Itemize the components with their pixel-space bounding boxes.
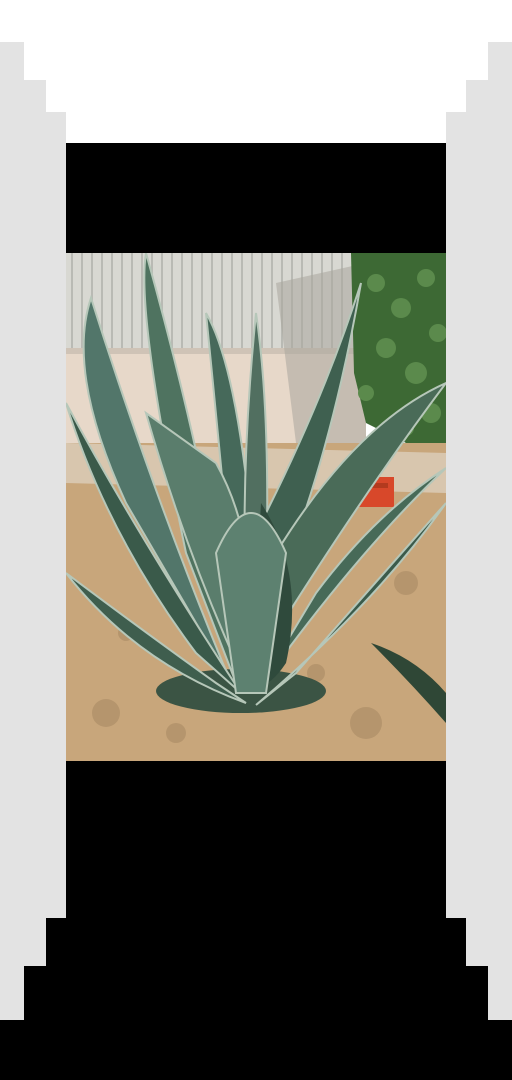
letterbox-top [66,143,446,253]
agave-photo-illustration [66,253,446,761]
bottom-bar [0,1020,512,1080]
agave-photo [66,253,446,761]
frame-right-outer [488,42,512,1020]
frame-left-inner [46,112,66,920]
bottom-step-2 [24,966,488,1022]
frame-right-inner [446,112,466,918]
frame-left-outer [0,42,24,1020]
frame-right-mid [466,80,488,968]
bottom-step-1 [46,918,466,970]
frame-left-mid [24,80,46,970]
letterbox-bottom [66,761,446,921]
